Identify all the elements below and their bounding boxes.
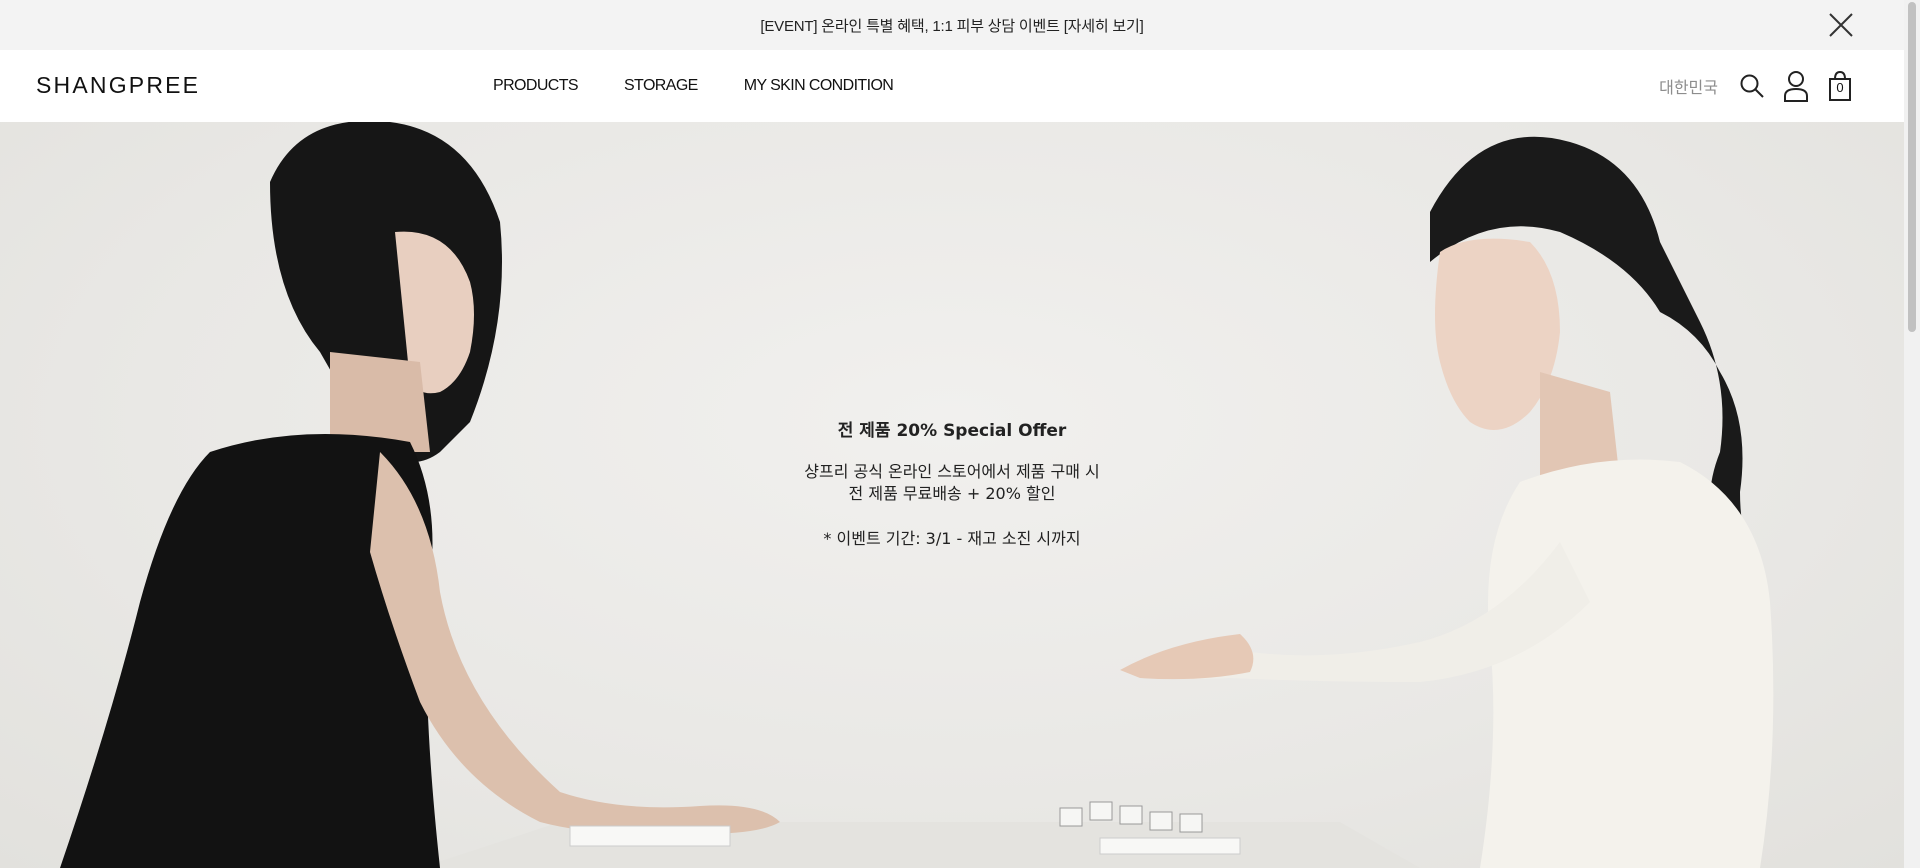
nav-item-products[interactable]: PRODUCTS bbox=[493, 77, 579, 95]
main-nav: PRODUCTS STORAGE MY SKIN CONDITION bbox=[493, 50, 894, 122]
header-utilities: 대한민국 0 bbox=[1659, 50, 1854, 122]
hero-banner[interactable]: 전 제품 20% Special Offer 샹프리 공식 온라인 스토어에서 … bbox=[0, 122, 1904, 868]
scrollbar-thumb[interactable] bbox=[1908, 2, 1916, 332]
page-scrollbar[interactable] bbox=[1904, 0, 1920, 868]
language-selector[interactable]: 대한민국 bbox=[1659, 74, 1718, 98]
cart-count: 0 bbox=[1836, 80, 1844, 95]
cart-icon[interactable]: 0 bbox=[1826, 69, 1854, 103]
hero-note: * 이벤트 기간: 3/1 - 재고 소진 시까지 bbox=[823, 529, 1081, 548]
nav-item-storage[interactable]: STORAGE bbox=[624, 77, 698, 95]
hero-line-1: 샹프리 공식 온라인 스토어에서 제품 구매 시 bbox=[804, 462, 1100, 481]
hero-title: 전 제품 20% Special Offer bbox=[837, 421, 1067, 441]
announcement-text[interactable]: [EVENT] 온라인 특별 혜택, 1:1 피부 상담 이벤트 [자세히 보기… bbox=[760, 15, 1143, 36]
user-icon[interactable] bbox=[1782, 69, 1810, 103]
announcement-bar: [EVENT] 온라인 특별 혜택, 1:1 피부 상담 이벤트 [자세히 보기… bbox=[0, 0, 1904, 50]
close-icon[interactable] bbox=[1828, 12, 1854, 38]
site-header: SHANGPREE PRODUCTS STORAGE MY SKIN CONDI… bbox=[0, 50, 1904, 122]
site-logo[interactable]: SHANGPREE bbox=[36, 72, 200, 99]
search-icon[interactable] bbox=[1738, 69, 1766, 103]
nav-item-my-skin-condition[interactable]: MY SKIN CONDITION bbox=[744, 77, 894, 95]
hero-line-2: 전 제품 무료배송 + 20% 할인 bbox=[848, 484, 1056, 503]
hero-offer-text: 전 제품 20% Special Offer 샹프리 공식 온라인 스토어에서 … bbox=[0, 416, 1904, 549]
